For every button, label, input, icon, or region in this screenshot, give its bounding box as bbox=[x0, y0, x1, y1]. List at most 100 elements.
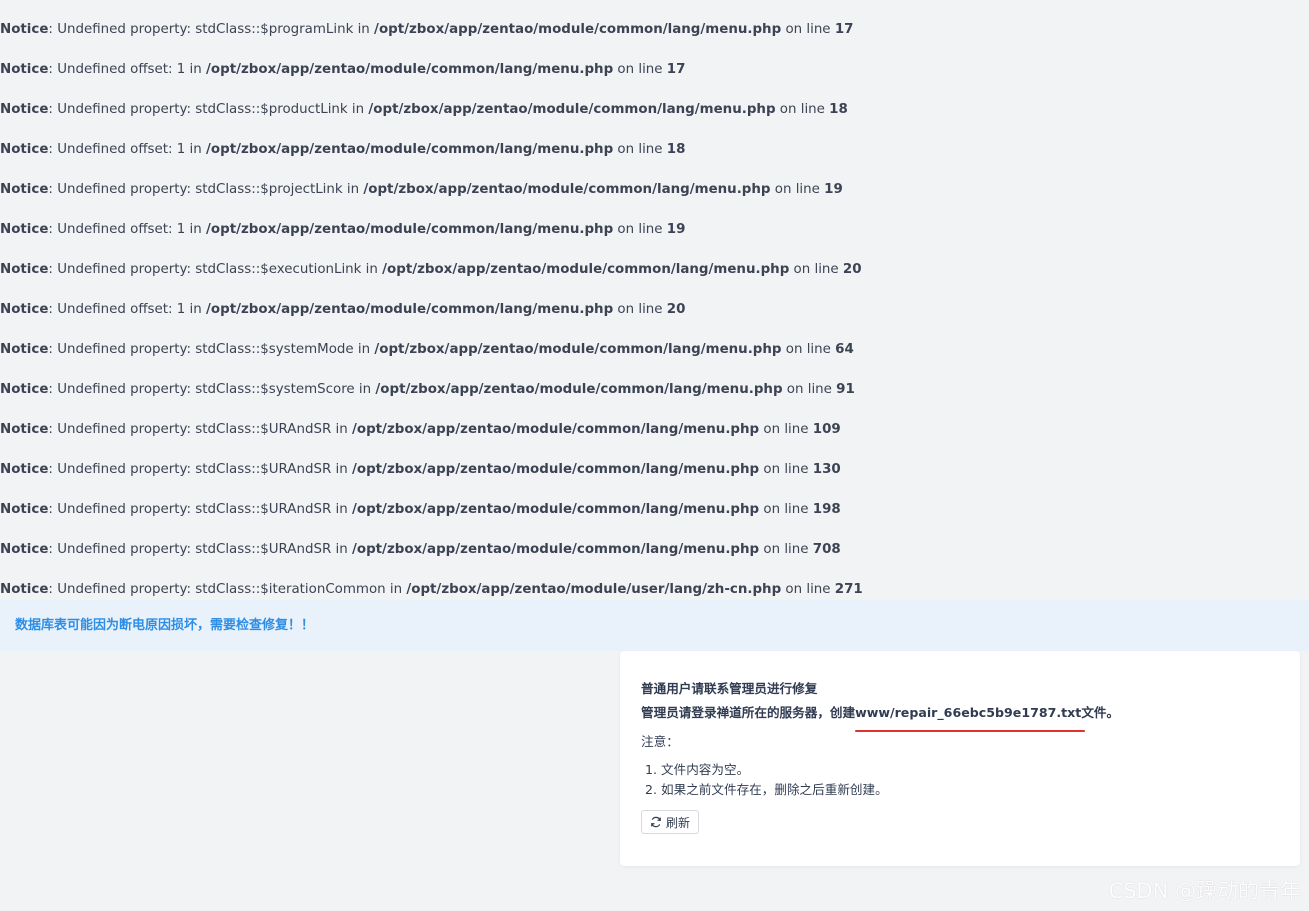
notice-label: Notice bbox=[0, 142, 49, 157]
notice-label: Notice bbox=[0, 422, 49, 437]
notice-online: on line bbox=[781, 582, 835, 597]
php-notice: Notice: Undefined offset: 1 in /opt/zbox… bbox=[0, 60, 1309, 100]
php-notice-list: Notice: Undefined property: stdClass::$p… bbox=[0, 20, 1309, 620]
php-notice: Notice: Undefined offset: 1 in /opt/zbox… bbox=[0, 140, 1309, 180]
refresh-button[interactable]: 刷新 bbox=[641, 810, 700, 834]
notice-line: 708 bbox=[812, 542, 841, 557]
php-notice: Notice: Undefined property: stdClass::$p… bbox=[0, 20, 1309, 60]
notice-message: : Undefined property: stdClass::$URAndSR… bbox=[48, 502, 352, 517]
notice-online: on line bbox=[759, 462, 813, 477]
notice-file: /opt/zbox/app/zentao/module/common/lang/… bbox=[351, 422, 760, 437]
php-notice: Notice: Undefined property: stdClass::$U… bbox=[0, 500, 1309, 540]
repair-steps-list: 文件内容为空。 如果之前文件存在，删除之后重新创建。 bbox=[641, 760, 1300, 800]
page: Notice: Undefined property: stdClass::$p… bbox=[0, 0, 1309, 911]
notice-file: /opt/zbox/app/zentao/module/common/lang/… bbox=[374, 342, 782, 357]
notice-line: 271 bbox=[834, 582, 863, 597]
notice-message: : Undefined property: stdClass::$executi… bbox=[48, 262, 383, 277]
notice-message: : Undefined property: stdClass::$iterati… bbox=[48, 582, 407, 597]
notice-label: Notice bbox=[0, 182, 49, 197]
notice-online: on line bbox=[781, 342, 836, 357]
notice-line: 130 bbox=[812, 462, 841, 477]
notice-online: on line bbox=[613, 222, 667, 237]
php-notice: Notice: Undefined property: stdClass::$e… bbox=[0, 260, 1309, 300]
notice-file: /opt/zbox/app/zentao/module/common/lang/… bbox=[374, 22, 782, 37]
notice-label: Notice bbox=[0, 222, 49, 237]
notice-label: Notice bbox=[0, 542, 49, 557]
notice-file: /opt/zbox/app/zentao/module/common/lang/… bbox=[206, 62, 614, 77]
notice-file: /opt/zbox/app/zentao/module/common/lang/… bbox=[351, 462, 760, 477]
php-notice: Notice: Undefined property: stdClass::$U… bbox=[0, 540, 1309, 580]
php-notice: Notice: Undefined offset: 1 in /opt/zbox… bbox=[0, 220, 1309, 260]
repair-step: 如果之前文件存在，删除之后重新创建。 bbox=[661, 780, 1300, 800]
notice-online: on line bbox=[613, 62, 667, 77]
note-label: 注意： bbox=[641, 734, 679, 749]
notice-line: 198 bbox=[812, 502, 841, 517]
notice-line: 18 bbox=[666, 142, 686, 157]
admin-instruction: 管理员请登录禅道所在的服务器，创建www/repair_66ebc5b9e178… bbox=[641, 701, 1300, 732]
notice-file: /opt/zbox/app/zentao/module/common/lang/… bbox=[351, 502, 760, 517]
notice-message: : Undefined property: stdClass::$URAndSR… bbox=[48, 542, 352, 557]
notice-line: 17 bbox=[666, 62, 686, 77]
notice-message: : Undefined property: stdClass::$systemS… bbox=[48, 382, 376, 397]
notice-label: Notice bbox=[0, 342, 49, 357]
php-notice: Notice: Undefined property: stdClass::$s… bbox=[0, 380, 1309, 420]
php-notice: Notice: Undefined offset: 1 in /opt/zbox… bbox=[0, 300, 1309, 340]
notice-message: : Undefined offset: 1 in bbox=[48, 302, 207, 317]
notice-line: 18 bbox=[829, 102, 848, 117]
notice-label: Notice bbox=[0, 302, 49, 317]
notice-file: /opt/zbox/app/zentao/module/common/lang/… bbox=[206, 302, 614, 317]
contact-admin-text: 普通用户请联系管理员进行修复 bbox=[641, 681, 818, 696]
notice-message: : Undefined property: stdClass::$project… bbox=[48, 182, 364, 197]
admin-instruction-prefix: 管理员请登录禅道所在的服务器，创建 bbox=[641, 705, 856, 720]
alert-text: 数据库表可能因为断电原因损坏，需要检查修复！！ bbox=[15, 618, 315, 633]
notice-message: : Undefined offset: 1 in bbox=[48, 62, 207, 77]
notice-line: 17 bbox=[834, 22, 854, 37]
notice-online: on line bbox=[759, 422, 813, 437]
notice-label: Notice bbox=[0, 382, 49, 397]
notice-label: Notice bbox=[0, 62, 49, 77]
csdn-watermark: CSDN @躁动的青年 bbox=[1108, 879, 1301, 903]
php-notice: Notice: Undefined property: stdClass::$p… bbox=[0, 180, 1309, 220]
notice-online: on line bbox=[789, 262, 843, 277]
notice-file: /opt/zbox/app/zentao/module/common/lang/… bbox=[375, 382, 783, 397]
notice-label: Notice bbox=[0, 582, 49, 597]
notice-line: 91 bbox=[836, 382, 855, 397]
notice-line: 20 bbox=[842, 262, 862, 277]
repair-instructions-panel: 普通用户请联系管理员进行修复 管理员请登录禅道所在的服务器，创建www/repa… bbox=[620, 651, 1300, 866]
notice-online: on line bbox=[781, 22, 835, 37]
db-repair-alert: 数据库表可能因为断电原因损坏，需要检查修复！！ bbox=[0, 600, 1309, 651]
notice-file: /opt/zbox/app/zentao/module/common/lang/… bbox=[382, 262, 790, 277]
notice-file: /opt/zbox/app/zentao/module/common/lang/… bbox=[363, 182, 771, 197]
repair-filename: www/repair_66ebc5b9e1787.txt bbox=[855, 701, 1086, 732]
refresh-icon bbox=[650, 816, 662, 828]
notice-online: on line bbox=[759, 542, 813, 557]
notice-line: 64 bbox=[835, 342, 854, 357]
php-notice: Notice: Undefined property: stdClass::$s… bbox=[0, 340, 1309, 380]
notice-message: : Undefined property: stdClass::$systemM… bbox=[48, 342, 375, 357]
notice-online: on line bbox=[782, 382, 837, 397]
notice-message: : Undefined property: stdClass::$product… bbox=[48, 102, 369, 117]
notice-label: Notice bbox=[0, 22, 49, 37]
notice-online: on line bbox=[613, 302, 667, 317]
repair-step: 文件内容为空。 bbox=[661, 760, 1300, 780]
notice-file: /opt/zbox/app/zentao/module/common/lang/… bbox=[206, 142, 614, 157]
notice-label: Notice bbox=[0, 502, 49, 517]
notice-line: 19 bbox=[666, 222, 686, 237]
notice-file: /opt/zbox/app/zentao/module/common/lang/… bbox=[206, 222, 614, 237]
notice-online: on line bbox=[759, 502, 813, 517]
notice-message: : Undefined property: stdClass::$program… bbox=[48, 22, 375, 37]
notice-online: on line bbox=[613, 142, 667, 157]
notice-file: /opt/zbox/app/zentao/module/common/lang/… bbox=[351, 542, 760, 557]
php-notice: Notice: Undefined property: stdClass::$U… bbox=[0, 460, 1309, 500]
notice-message: : Undefined offset: 1 in bbox=[48, 222, 207, 237]
notice-file: /opt/zbox/app/zentao/module/user/lang/zh… bbox=[406, 582, 782, 597]
notice-line: 20 bbox=[666, 302, 686, 317]
notice-message: : Undefined offset: 1 in bbox=[48, 142, 207, 157]
notice-message: : Undefined property: stdClass::$URAndSR… bbox=[48, 422, 352, 437]
php-notice: Notice: Undefined property: stdClass::$U… bbox=[0, 420, 1309, 460]
php-notice: Notice: Undefined property: stdClass::$p… bbox=[0, 100, 1309, 140]
refresh-label: 刷新 bbox=[666, 815, 691, 830]
notice-line: 19 bbox=[824, 182, 843, 197]
notice-file: /opt/zbox/app/zentao/module/common/lang/… bbox=[368, 102, 776, 117]
notice-line: 109 bbox=[812, 422, 841, 437]
